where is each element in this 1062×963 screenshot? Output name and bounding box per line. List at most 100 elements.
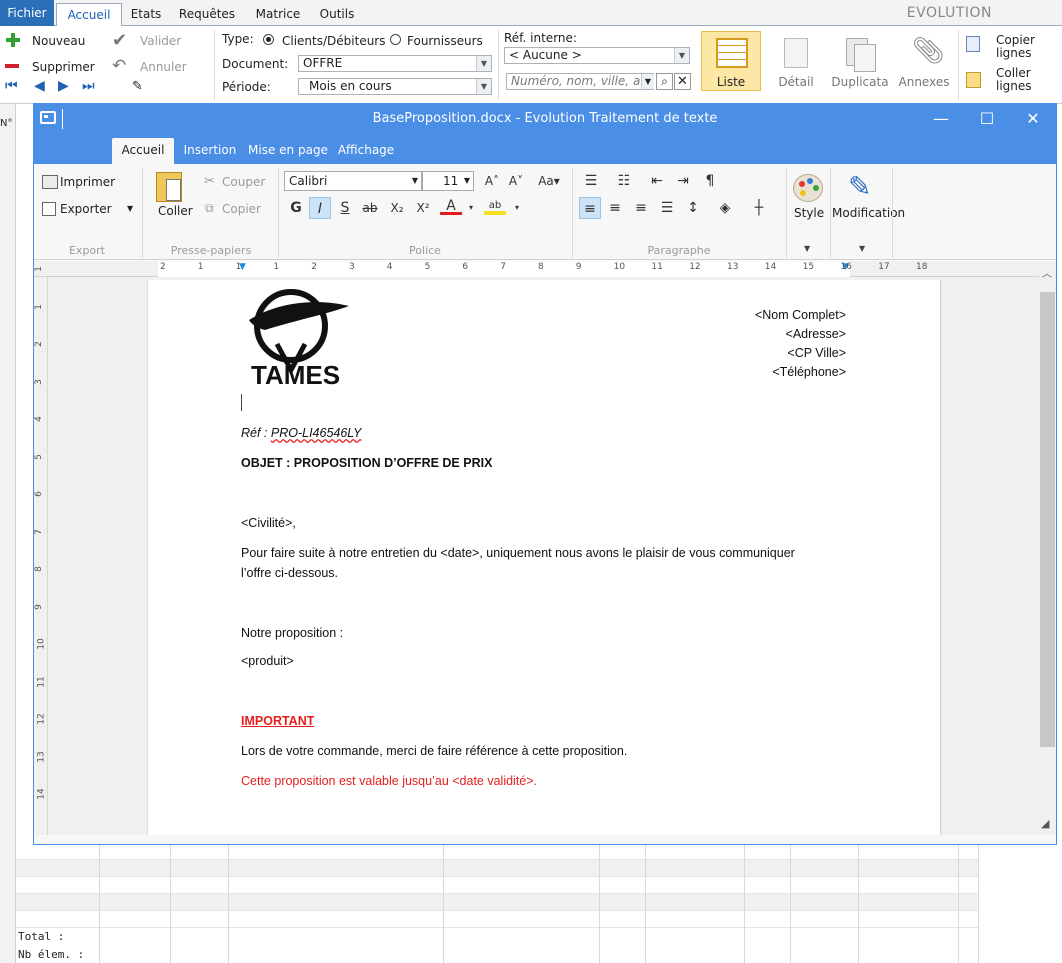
pilcrow-icon[interactable]: ¶ (699, 170, 721, 192)
underline-icon[interactable]: S (334, 197, 356, 219)
chevron-down-icon[interactable]: ▼ (127, 204, 133, 213)
address-line-name: <Nom Complet> (754, 308, 846, 322)
justify-icon[interactable]: ☰ (656, 197, 678, 219)
valider-button[interactable]: Valider (140, 34, 181, 48)
scroll-up-icon[interactable]: ︿ (1042, 265, 1052, 280)
app-icon[interactable] (40, 111, 56, 124)
change-case-icon[interactable]: Aa▾ (534, 170, 564, 192)
coller-button[interactable]: Coller (158, 204, 193, 218)
align-center-icon[interactable]: ≡ (604, 197, 626, 219)
increase-indent-icon[interactable]: ⇥ (672, 170, 694, 192)
tab-accueil[interactable]: Accueil (112, 138, 174, 164)
detail-button[interactable]: Détail (764, 75, 828, 89)
scrollbar-thumb[interactable] (1040, 292, 1055, 747)
numbering-icon[interactable]: ☷ (613, 170, 635, 192)
resize-grip-icon[interactable]: ◢ (1041, 817, 1049, 830)
copier-button[interactable]: Copier (222, 202, 261, 216)
bold-icon[interactable]: G (285, 197, 307, 219)
vruler-number: 1 (33, 303, 44, 310)
vruler-number: 5 (33, 453, 44, 460)
chevron-down-icon[interactable]: ▼ (859, 244, 865, 253)
duplicata-icon-back (854, 44, 876, 72)
line-spacing-icon[interactable]: ↕ (682, 197, 704, 219)
couper-button[interactable]: Couper (222, 175, 265, 189)
annuler-button[interactable]: Annuler (140, 60, 187, 74)
italic-icon[interactable]: I (309, 197, 331, 219)
minimize-icon[interactable]: — (918, 104, 964, 134)
search-dropdown-icon[interactable]: ▼ (641, 74, 654, 89)
font-name-select[interactable]: Calibri ▼ (284, 171, 422, 191)
liste-button[interactable]: Liste (701, 31, 761, 91)
radio-clients[interactable] (263, 34, 274, 45)
prev-record-icon[interactable]: ◀ (34, 78, 45, 94)
nouveau-button[interactable]: Nouveau (32, 34, 85, 48)
ref-interne-select[interactable]: < Aucune > (504, 47, 690, 64)
shading-icon[interactable]: ◈ (714, 197, 736, 219)
chevron-down-icon[interactable]: ▾ (506, 197, 528, 219)
tab-matrice[interactable]: Matrice (250, 3, 306, 26)
annexes-button[interactable]: Annexes (892, 75, 956, 89)
first-record-icon[interactable]: ⏮ (5, 78, 18, 94)
search-icon[interactable]: ⌕ (656, 73, 673, 90)
chevron-down-icon[interactable]: ▾ (460, 197, 482, 219)
ruler-number: 5 (424, 262, 431, 272)
search-input[interactable]: Numéro, nom, ville, ab (506, 73, 654, 90)
font-color-icon[interactable]: A (440, 195, 462, 215)
tab-insertion[interactable]: Insertion (180, 138, 240, 164)
tab-requetes[interactable]: Requêtes (174, 3, 240, 26)
next-record-icon[interactable]: ▶ (58, 78, 69, 94)
align-right-icon[interactable]: ≡ (630, 197, 652, 219)
brand-logo: EVOLUTION (906, 5, 992, 21)
clear-icon[interactable]: ✕ (674, 73, 691, 90)
separator (278, 168, 279, 258)
style-button[interactable]: Style (794, 206, 824, 220)
decrease-indent-icon[interactable]: ⇤ (646, 170, 668, 192)
edit-icon[interactable]: ✎ (132, 79, 143, 94)
duplicata-button[interactable]: Duplicata (828, 75, 892, 89)
coller-lignes-button[interactable]: Coller lignes (996, 67, 1044, 93)
imprimer-button[interactable]: Imprimer (60, 175, 115, 189)
editor-titlebar[interactable]: BaseProposition.docx - Evolution Traitem… (34, 104, 1056, 134)
ruler-number: 2 (160, 262, 166, 272)
chevron-down-icon[interactable]: ▼ (804, 244, 810, 253)
strikethrough-icon[interactable]: ab (359, 197, 381, 219)
fichier-tab[interactable]: Fichier (0, 0, 54, 26)
document-select[interactable]: OFFRE (298, 55, 492, 72)
reference-prefix: Réf : (241, 426, 271, 440)
maximize-icon[interactable]: ☐ (964, 104, 1010, 134)
periode-label: Période: (222, 80, 271, 94)
subscript-icon[interactable]: X₂ (386, 197, 408, 219)
tab-etats[interactable]: Etats (124, 3, 168, 26)
copy-icon (966, 36, 980, 52)
borders-icon[interactable]: ┼ (748, 197, 770, 219)
data-grid[interactable] (16, 843, 978, 963)
tab-mise-en-page[interactable]: Mise en page (248, 138, 328, 164)
align-left-icon[interactable]: ≡ (579, 197, 601, 219)
copier-lignes-button[interactable]: Copier lignes (996, 34, 1044, 60)
tab-accueil[interactable]: Accueil (56, 3, 122, 26)
supprimer-button[interactable]: Supprimer (32, 60, 95, 74)
font-size-select[interactable]: 11 ▼ (422, 171, 474, 191)
close-icon[interactable]: ✕ (1010, 104, 1056, 134)
radio-fournisseurs[interactable] (390, 34, 401, 45)
vruler-number: 14 (36, 788, 47, 800)
shrink-font-icon[interactable]: A˅ (505, 170, 527, 192)
paperclip-icon: 📎︎ (912, 36, 946, 66)
separator (892, 168, 893, 258)
superscript-icon[interactable]: X² (412, 197, 434, 219)
separator (572, 168, 573, 258)
tab-affichage[interactable]: Affichage (334, 138, 398, 164)
exporter-button[interactable]: Exporter (60, 202, 112, 216)
tames-logo: TAMES (249, 289, 349, 388)
periode-select[interactable]: Mois en cours (298, 78, 492, 95)
ruler-number: 14 (764, 262, 777, 272)
tab-outils[interactable]: Outils (312, 3, 362, 26)
modification-button[interactable]: Modification (832, 206, 905, 220)
grow-font-icon[interactable]: A˄ (481, 170, 503, 192)
last-record-icon[interactable]: ⏭ (82, 78, 95, 94)
bullets-icon[interactable]: ☰ (580, 170, 602, 192)
highlight-icon[interactable]: ab (484, 195, 506, 215)
text-cursor (241, 394, 242, 411)
paste-icon (966, 72, 981, 88)
ruler-number: 1 (273, 262, 280, 272)
